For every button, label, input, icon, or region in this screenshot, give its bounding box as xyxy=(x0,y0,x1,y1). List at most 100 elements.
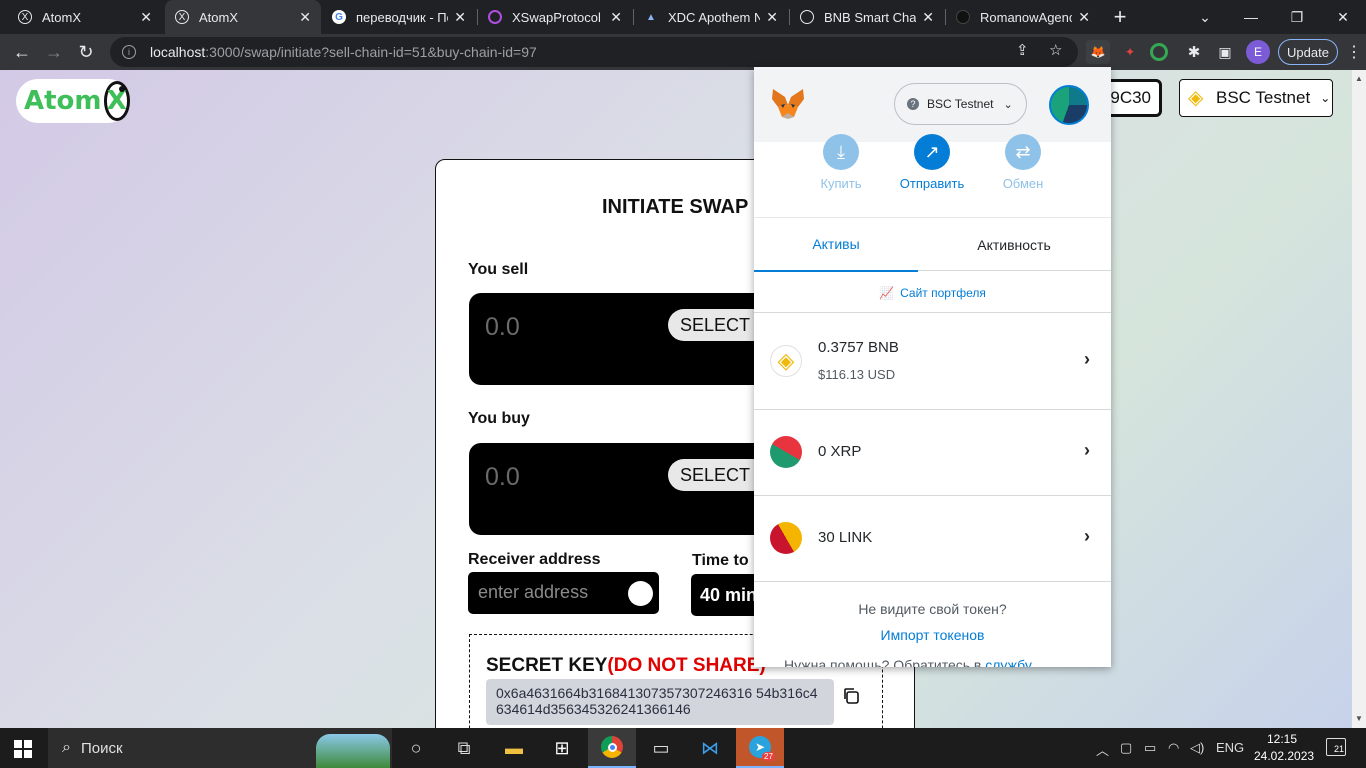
tab-atomx-1[interactable]: X AtomX ✕ xyxy=(8,0,162,34)
telegram-icon[interactable]: ➤ 27 xyxy=(736,728,784,768)
secret-key-value: 0x6a4631664b316841307357307246316 54b316… xyxy=(486,679,834,725)
telegram-badge: 27 xyxy=(762,752,775,761)
close-tab-icon[interactable]: ✕ xyxy=(766,9,778,26)
taskbar-search[interactable]: ⌕ Поиск xyxy=(48,728,392,768)
metamask-extension-icon[interactable]: 🦊 xyxy=(1086,40,1110,64)
reload-button[interactable]: ↻ xyxy=(72,38,100,66)
terminal-icon[interactable]: ▭ xyxy=(637,728,685,768)
tab-activity[interactable]: Активность xyxy=(932,218,1096,272)
url-bar[interactable]: i localhost:3000/swap/initiate?sell-chai… xyxy=(110,37,1078,67)
search-highlight-image xyxy=(316,734,390,768)
site-info-icon[interactable]: i xyxy=(122,45,136,59)
tab-bnb-chain[interactable]: BNB Smart Chain ✕ xyxy=(790,0,944,34)
sell-amount-input[interactable]: 0.0 xyxy=(485,313,520,342)
close-tab-icon[interactable]: ✕ xyxy=(1078,9,1090,26)
address-toolbar: ← → ↻ i localhost:3000/swap/initiate?sel… xyxy=(0,34,1366,70)
extension-red-icon[interactable]: ✦ xyxy=(1118,40,1142,64)
scroll-down-icon[interactable]: ▼ xyxy=(1355,714,1363,723)
sell-amount-box: 0.0 SELECT xyxy=(469,293,778,385)
chevron-right-icon: › xyxy=(1084,349,1090,369)
import-tokens-link[interactable]: Импорт токенов xyxy=(754,627,1111,643)
time-lock-label: Time to l xyxy=(692,552,758,569)
minimize-button[interactable]: — xyxy=(1228,0,1274,34)
battery-icon[interactable]: ▭ xyxy=(1144,740,1156,756)
notification-center-icon[interactable]: 21 xyxy=(1326,738,1346,756)
profile-avatar[interactable]: E xyxy=(1246,40,1270,64)
chain-selector[interactable]: ◈ BSC Testnet ⌄ xyxy=(1179,79,1333,117)
tray-device-icon[interactable]: ▢ xyxy=(1120,740,1132,756)
support-link[interactable]: службу xyxy=(985,657,1032,667)
bnb-icon: ◈ xyxy=(1188,87,1204,109)
browser-menu-icon[interactable]: ⋮ xyxy=(1346,42,1362,62)
close-tab-icon[interactable]: ✕ xyxy=(454,9,466,26)
task-view-cortana-icon[interactable]: ○ xyxy=(392,728,440,768)
copy-icon[interactable] xyxy=(842,687,860,705)
metamask-fox-icon[interactable] xyxy=(770,85,806,121)
close-tab-icon[interactable]: ✕ xyxy=(140,9,152,26)
language-indicator[interactable]: ENG xyxy=(1216,740,1244,755)
atomx-logo[interactable]: Atom X xyxy=(16,79,130,123)
sell-label: You sell xyxy=(468,261,529,278)
swap-button[interactable]: ⇄ Обмен xyxy=(978,134,1068,191)
page-scrollbar[interactable]: ▲ ▼ xyxy=(1352,70,1366,728)
bookmark-star-icon[interactable]: ☆ xyxy=(1049,41,1062,59)
asset-row-bnb[interactable]: ◈ 0.3757 BNB $116.13 USD › xyxy=(754,313,1111,410)
forward-button[interactable]: → xyxy=(40,38,68,66)
atomx-favicon-icon: X xyxy=(18,10,32,24)
tray-expand-icon[interactable]: ︿ xyxy=(1096,740,1109,759)
tab-atomx-2[interactable]: X AtomX ✕ xyxy=(165,0,321,34)
share-icon[interactable]: ⇪ xyxy=(1016,41,1029,59)
tab-romanow[interactable]: RomanowAgency ✕ xyxy=(946,0,1100,34)
network-selector[interactable]: ? BSC Testnet ⌄ xyxy=(894,83,1027,125)
tab-translator[interactable]: G переводчик - По ✕ xyxy=(322,0,476,34)
send-arrow-icon: ↗ xyxy=(914,134,950,170)
tab-strip: X AtomX ✕ X AtomX ✕ G переводчик - По ✕ … xyxy=(0,0,1366,34)
close-tab-icon[interactable]: ✕ xyxy=(299,9,311,26)
close-tab-icon[interactable]: ✕ xyxy=(922,9,934,26)
close-window-button[interactable]: ✕ xyxy=(1320,0,1366,34)
buy-button[interactable]: ⤓ Купить xyxy=(796,134,886,191)
receiver-toggle[interactable] xyxy=(628,581,653,606)
asset-row-xrp[interactable]: 0 XRP › xyxy=(754,410,1111,496)
tab-xdc[interactable]: ▲ XDC Apothem Ne ✕ xyxy=(634,0,788,34)
send-button[interactable]: ↗ Отправить xyxy=(887,134,977,191)
side-panel-icon[interactable]: ▣ xyxy=(1213,40,1237,64)
github-favicon-icon xyxy=(956,10,970,24)
metamask-tabs: Активы Активность xyxy=(754,217,1111,272)
wifi-icon[interactable]: ◠ xyxy=(1168,740,1179,756)
swap-title: INITIATE SWAP xyxy=(602,196,749,218)
store-icon[interactable]: ⊞ xyxy=(538,728,586,768)
receiver-address-field[interactable]: enter address xyxy=(468,572,659,614)
extension-green-icon[interactable] xyxy=(1150,43,1168,61)
chrome-icon[interactable] xyxy=(588,728,636,768)
windows-start-icon[interactable] xyxy=(14,740,32,758)
tab-assets[interactable]: Активы xyxy=(754,218,918,272)
taskbar-clock[interactable]: 12:15 24.02.2023 xyxy=(1254,731,1314,765)
receiver-address-label: Receiver address xyxy=(468,551,601,568)
extensions-puzzle-icon[interactable]: ✱ xyxy=(1182,40,1206,64)
new-tab-button[interactable]: + xyxy=(1108,4,1132,30)
metamask-header: ? BSC Testnet ⌄ xyxy=(754,67,1111,142)
vscode-icon[interactable]: ⋈ xyxy=(686,728,734,768)
close-tab-icon[interactable]: ✕ xyxy=(610,9,622,26)
task-view-icon[interactable]: ⧉ xyxy=(440,728,488,768)
download-icon: ⤓ xyxy=(823,134,859,170)
chevron-right-icon: › xyxy=(1084,440,1090,460)
portfolio-link[interactable]: 📈 Сайт портфеля xyxy=(754,273,1111,313)
tab-xswap[interactable]: XSwapProtocol ✕ xyxy=(478,0,632,34)
file-explorer-icon[interactable]: ▬ xyxy=(490,728,538,768)
metamask-actions: ⤓ Купить ↗ Отправить ⇄ Обмен xyxy=(754,134,1111,217)
back-button[interactable]: ← xyxy=(8,38,36,66)
asset-row-link[interactable]: 30 LINK › xyxy=(754,496,1111,582)
account-avatar[interactable] xyxy=(1049,85,1089,125)
restore-button[interactable]: ❐ xyxy=(1274,0,1320,34)
scroll-up-icon[interactable]: ▲ xyxy=(1355,74,1363,83)
xswap-favicon-icon xyxy=(488,10,502,24)
volume-icon[interactable]: ◁) xyxy=(1190,740,1204,756)
help-text: Нужна помощь? Обратитесь в службу xyxy=(784,657,1111,667)
update-button[interactable]: Update xyxy=(1278,39,1338,65)
atomx-favicon-icon: X xyxy=(175,10,189,24)
xrp-token-icon xyxy=(770,436,802,468)
tab-search-icon[interactable]: ⌄ xyxy=(1182,0,1228,34)
buy-amount-input[interactable]: 0.0 xyxy=(485,463,520,492)
